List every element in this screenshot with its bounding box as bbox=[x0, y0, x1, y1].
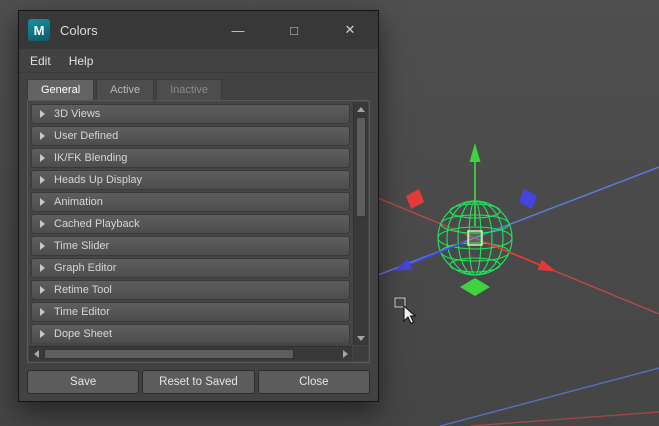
section-row-time-slider[interactable]: Time Slider bbox=[31, 236, 350, 256]
section-label: IK/FK Blending bbox=[54, 152, 128, 164]
section-row-animation[interactable]: Animation bbox=[31, 192, 350, 212]
maya-logo-letter: M bbox=[33, 22, 45, 38]
section-list: 3D Views User Defined IK/FK Blending Hea… bbox=[31, 104, 350, 343]
tab-active[interactable]: Active bbox=[96, 79, 155, 100]
horizontal-scrollbar[interactable] bbox=[29, 346, 352, 361]
section-label: Cached Playback bbox=[54, 218, 140, 230]
scroll-up-button[interactable] bbox=[354, 102, 368, 116]
expand-arrow-icon[interactable] bbox=[40, 154, 45, 162]
menu-bar: Edit Help bbox=[19, 49, 378, 73]
expand-arrow-icon[interactable] bbox=[40, 286, 45, 294]
tab-inactive[interactable]: Inactive bbox=[156, 79, 223, 100]
manipulator-center-handle[interactable] bbox=[467, 230, 483, 246]
expand-arrow-icon[interactable] bbox=[40, 308, 45, 316]
section-label: User Defined bbox=[54, 130, 119, 142]
section-row-ikfk-blending[interactable]: IK/FK Blending bbox=[31, 148, 350, 168]
section-row-retime-tool[interactable]: Retime Tool bbox=[31, 280, 350, 300]
expand-arrow-icon[interactable] bbox=[40, 264, 45, 272]
close-icon[interactable]: ✕ bbox=[322, 11, 378, 49]
tab-bar: General Active Inactive bbox=[19, 73, 378, 100]
scroll-down-button[interactable] bbox=[354, 331, 368, 345]
expand-arrow-icon[interactable] bbox=[40, 110, 45, 118]
menu-edit[interactable]: Edit bbox=[21, 51, 60, 71]
close-button[interactable]: Close bbox=[257, 370, 370, 394]
expand-arrow-icon[interactable] bbox=[40, 220, 45, 228]
expand-arrow-icon[interactable] bbox=[40, 330, 45, 338]
section-row-dope-sheet[interactable]: Dope Sheet bbox=[31, 324, 350, 343]
section-label: 3D Views bbox=[54, 108, 101, 120]
scroll-left-button[interactable] bbox=[29, 347, 43, 361]
scroll-right-icon bbox=[342, 350, 348, 358]
window-title: Colors bbox=[60, 22, 98, 38]
reset-to-saved-button[interactable]: Reset to Saved bbox=[142, 370, 255, 394]
section-row-heads-up-display[interactable]: Heads Up Display bbox=[31, 170, 350, 190]
expand-arrow-icon[interactable] bbox=[40, 198, 45, 206]
section-row-cached-playback[interactable]: Cached Playback bbox=[31, 214, 350, 234]
vertical-scroll-thumb[interactable] bbox=[356, 117, 366, 217]
scroll-down-icon bbox=[357, 335, 365, 341]
section-label: Time Editor bbox=[54, 306, 110, 318]
section-label: Retime Tool bbox=[54, 284, 112, 296]
titlebar[interactable]: M Colors — □ ✕ bbox=[19, 11, 378, 49]
maximize-button[interactable]: □ bbox=[266, 11, 322, 49]
section-label: Heads Up Display bbox=[54, 174, 143, 186]
maya-app-icon: M bbox=[28, 19, 50, 41]
scroll-left-icon bbox=[33, 350, 39, 358]
section-row-user-defined[interactable]: User Defined bbox=[31, 126, 350, 146]
expand-arrow-icon[interactable] bbox=[40, 132, 45, 140]
menu-help[interactable]: Help bbox=[60, 51, 103, 71]
section-label: Graph Editor bbox=[54, 262, 117, 274]
section-label: Animation bbox=[54, 196, 103, 208]
expand-arrow-icon[interactable] bbox=[40, 242, 45, 250]
minimize-button[interactable]: — bbox=[210, 11, 266, 49]
horizontal-scroll-thumb[interactable] bbox=[44, 349, 294, 359]
color-categories-panel: 3D Views User Defined IK/FK Blending Hea… bbox=[27, 100, 370, 363]
dialog-footer: Save Reset to Saved Close bbox=[19, 363, 378, 401]
section-row-time-editor[interactable]: Time Editor bbox=[31, 302, 350, 322]
tab-general[interactable]: General bbox=[27, 79, 95, 100]
window-controls: — □ ✕ bbox=[210, 11, 378, 49]
colors-dialog: M Colors — □ ✕ Edit Help General Active … bbox=[18, 10, 379, 402]
section-row-graph-editor[interactable]: Graph Editor bbox=[31, 258, 350, 278]
vertical-scrollbar[interactable] bbox=[353, 102, 368, 345]
section-label: Dope Sheet bbox=[54, 328, 113, 340]
scrollbar-corner bbox=[353, 346, 368, 361]
scroll-right-button[interactable] bbox=[338, 347, 352, 361]
save-button[interactable]: Save bbox=[27, 370, 140, 394]
scroll-up-icon bbox=[357, 106, 365, 112]
maya-application: M Colors — □ ✕ Edit Help General Active … bbox=[0, 0, 659, 426]
expand-arrow-icon[interactable] bbox=[40, 176, 45, 184]
section-row-3d-views[interactable]: 3D Views bbox=[31, 104, 350, 124]
section-label: Time Slider bbox=[54, 240, 110, 252]
